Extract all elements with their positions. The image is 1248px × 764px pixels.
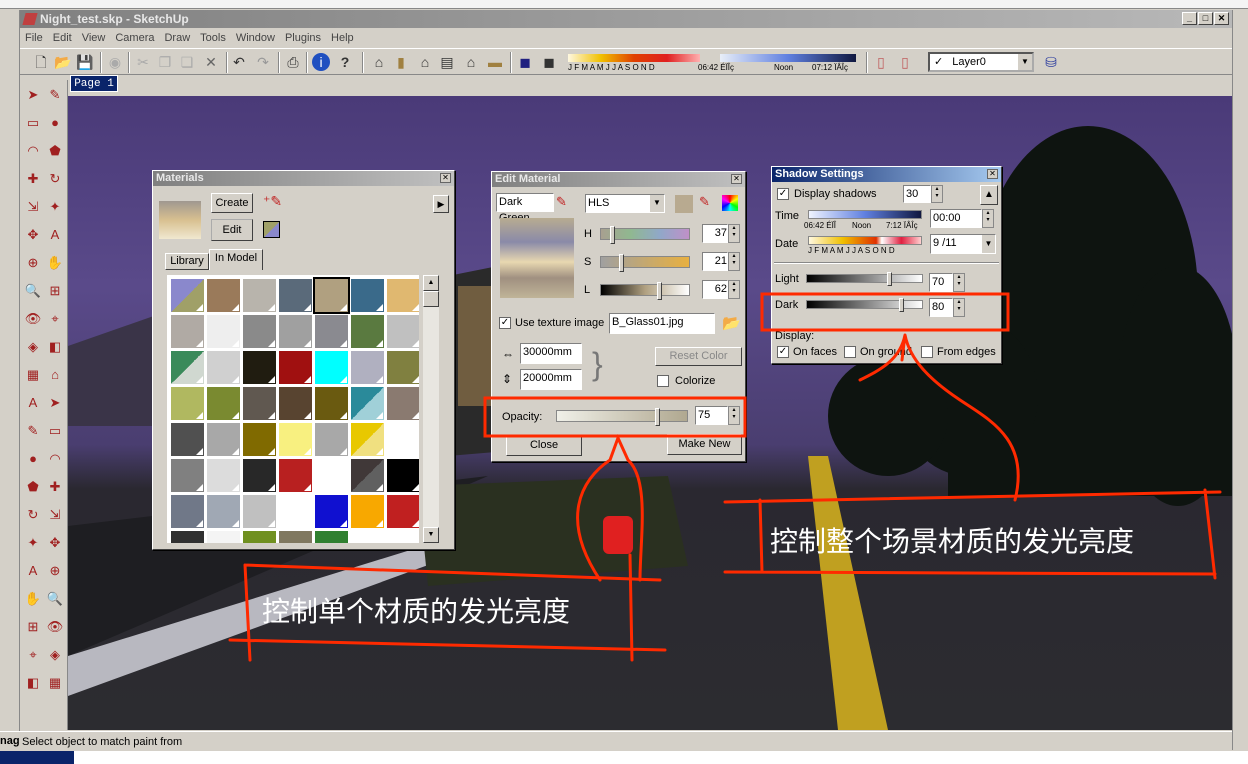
opacity-highlight-box	[483, 396, 747, 438]
arrow-to-opacity	[576, 434, 644, 582]
annotation-single-material: 控制单个材质的发光亮度	[262, 595, 571, 628]
arrow-to-dark	[858, 333, 1020, 502]
dark-highlight-box	[760, 292, 1010, 332]
annotation-overlay	[228, 292, 1222, 662]
annotation-scene-material: 控制整个场景材质的发光亮度	[770, 525, 1135, 558]
